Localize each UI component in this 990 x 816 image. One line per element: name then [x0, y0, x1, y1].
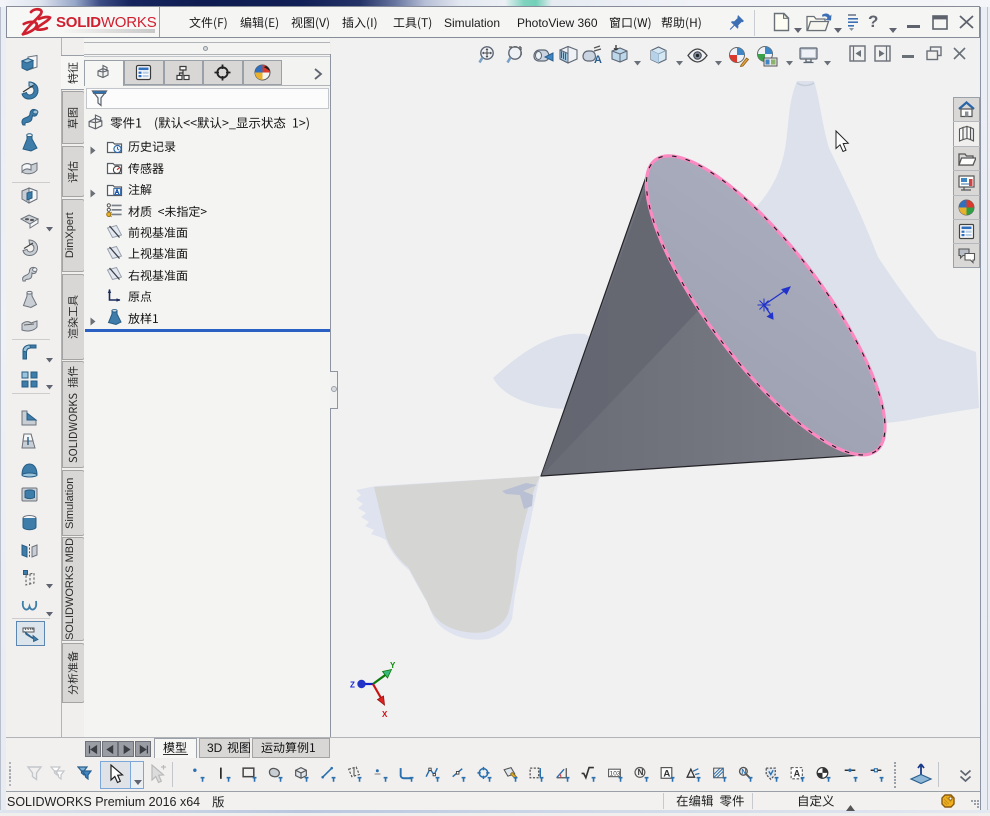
svg-text:A: A	[794, 769, 801, 779]
svg-text:N: N	[638, 768, 644, 777]
svg-text:Z: Z	[350, 681, 355, 690]
svg-text:X: X	[382, 710, 388, 719]
svg-text:A: A	[594, 54, 602, 66]
svg-text:A: A	[663, 769, 670, 780]
svg-text:N: N	[741, 769, 746, 776]
svg-text:Y: Y	[390, 661, 396, 670]
svg-text:103: 103	[610, 771, 621, 778]
